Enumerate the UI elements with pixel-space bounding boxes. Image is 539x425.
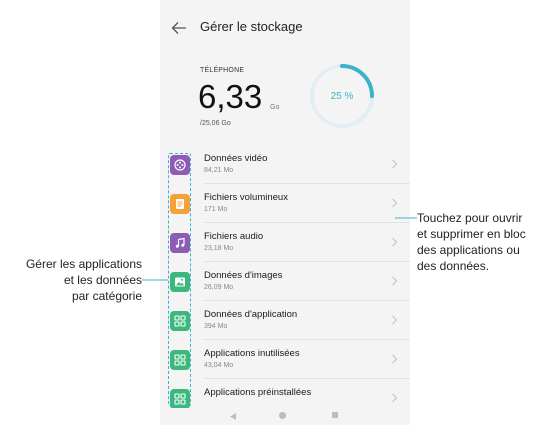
category-name: Applications préinstallées [204,387,312,398]
storage-label: TÉLÉPHONE [200,67,245,74]
category-item[interactable]: Données d'application 394 Mo [160,301,410,340]
annotation-left-line-3: par catégorie [71,289,142,303]
category-icons-highlight [168,153,191,406]
category-name: Fichiers volumineux [204,192,288,203]
chevron-right-icon [392,198,398,208]
category-item[interactable]: Données vidéo 84,21 Mo [160,145,410,184]
storage-used-unit: Go [270,104,280,111]
chevron-right-icon [392,276,398,286]
storage-total: /25,06 Go [200,120,231,127]
category-item[interactable]: Fichiers volumineux 171 Mo [160,184,410,223]
category-size: 394 Mo [204,323,228,330]
category-size: 84,21 Mo [204,167,234,174]
chevron-right-icon [392,237,398,247]
annotation-left-line-1: Gérer les applications [25,257,142,271]
category-list: Données vidéo 84,21 Mo Fichiers volumineux… [160,145,410,418]
annotation-right-line-2: et supprimer en bloc [417,227,526,241]
category-size: 43,04 Mo [204,362,234,369]
system-nav-bar [160,408,410,425]
category-size: 23,18 Mo [204,245,234,252]
annotation-tap-to-open: Touchez pour ouvrir et supprimer en bloc… [417,210,539,274]
nav-home-icon[interactable] [279,412,286,419]
phone-screen: Gérer le stockage TÉLÉPHONE 6,33 Go /25,… [160,0,410,425]
annotation-right-line-3: des applications ou [417,243,520,257]
back-arrow-icon[interactable] [170,19,188,37]
category-size: 171 Mo [204,206,228,213]
category-name: Données vidéo [204,153,268,164]
category-name: Données d'application [204,309,298,320]
category-item[interactable]: Applications inutilisées 43,04 Mo [160,340,410,379]
nav-back-icon[interactable] [230,413,236,420]
chevron-right-icon [392,393,398,403]
storage-summary: TÉLÉPHONE 6,33 Go /25,06 Go 25 % [160,54,410,150]
annotation-right-line-4: des données. [417,259,490,273]
chevron-right-icon [392,159,398,169]
annotation-left-line-2: et les données [63,273,142,287]
storage-percent: 25 % [330,90,354,102]
app-bar: Gérer le stockage [160,10,410,46]
category-name: Applications inutilisées [204,348,300,359]
category-name: Fichiers audio [204,231,264,242]
category-name: Données d'images [204,270,283,281]
category-item[interactable]: Fichiers audio 23,18 Mo [160,223,410,262]
page-title: Gérer le stockage [200,19,303,34]
storage-used-value: 6,33 [198,78,263,115]
chevron-right-icon [392,354,398,364]
annotation-right-line-1: Touchez pour ouvrir [417,211,523,225]
nav-recent-icon[interactable] [332,412,338,418]
annotation-categories: Gérer les applications et les données pa… [0,256,142,304]
category-item[interactable]: Données d'images 26,09 Mo [160,262,410,301]
chevron-right-icon [392,315,398,325]
category-size: 26,09 Mo [204,284,234,291]
